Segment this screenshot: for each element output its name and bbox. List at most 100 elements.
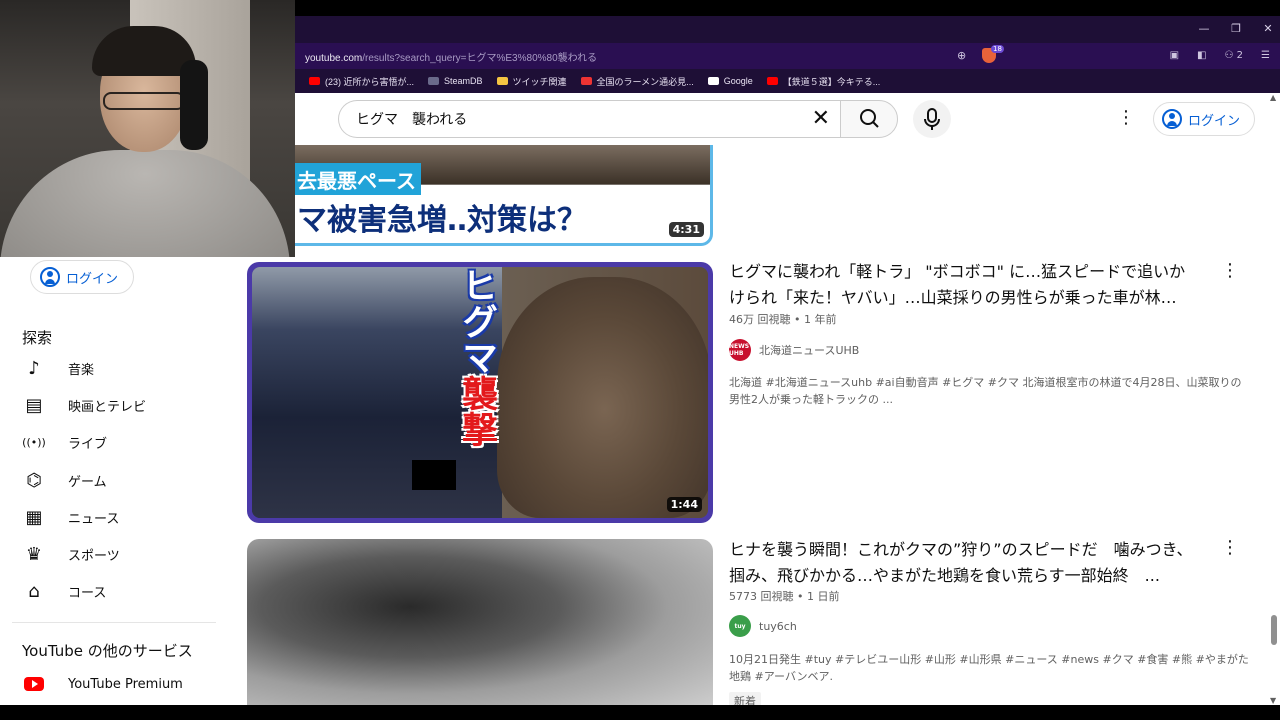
shield-count: 18 [991,45,1004,53]
youtube-header: ヒグマ 襲われる ✕ ⋮ ログイン [295,93,1280,145]
scroll-down-icon[interactable]: ▼ [1270,696,1276,705]
search-icon [860,109,879,128]
bookmark-label: 全国のラーメン通必見... [596,76,694,87]
toolbar-right: ▣ ◧ ⚇ 2 ☰ [1170,50,1270,61]
channel-avatar[interactable]: NEWS UHB [729,339,751,361]
live-icon: ((•)) [22,435,46,449]
video-title[interactable]: ヒグマに襲われ「軽トラ」 "ボコボコ" に…猛スピードで追いかけられ「来た！ヤバ… [729,259,1199,311]
bookmark-item[interactable]: SteamDB [428,76,483,86]
browser-chrome: — ❐ ✕ youtube.com/results?search_query=ヒ… [295,16,1280,93]
sidebar-item-label: スポーツ [68,548,120,564]
bookmark-item[interactable]: 【鉄道５選】今キテる... [766,75,881,88]
close-window-icon[interactable]: ✕ [1262,22,1274,35]
profile-count: 2 [1236,50,1244,61]
channel-name[interactable]: tuy6ch [759,620,797,633]
search-button[interactable] [840,100,898,138]
channel-link[interactable]: tuy tuy6ch [729,615,797,637]
thumbnail-text-top: ヒグマ [456,267,497,375]
brave-shield-icon[interactable]: 18 [982,45,1004,63]
split-view-icon[interactable]: ◧ [1197,50,1206,61]
bottom-black-bar [0,705,1280,720]
video-thumbnail-3[interactable] [247,539,713,709]
sidebar-item-5[interactable]: ♛ スポーツ [22,536,120,572]
bookmark-favicon-icon [309,77,320,85]
bookmark-favicon-icon [428,77,440,85]
search-input[interactable]: ヒグマ 襲われる ✕ [338,100,840,138]
url-text[interactable]: youtube.com/results?search_query=ヒグマ%E3%… [305,49,597,64]
sidebar-item-label: 音楽 [68,362,95,378]
login-button[interactable]: ログイン [1153,102,1255,136]
more-options-icon[interactable]: ⋮ [1117,109,1135,127]
zoom-icon[interactable]: ⊕ [957,49,966,62]
sidebar-item-6[interactable]: ⌂ コース [22,573,106,609]
gamepad-icon: ⌬ [26,469,42,491]
sidebar-item-3[interactable]: ⌬ ゲーム [22,462,107,498]
graduation-cap-icon: ⌂ [28,580,40,602]
sidebar-item-label: YouTube Premium [68,676,183,692]
video-description: 北海道 #北海道ニュースuhb #ai自動音声 #ヒグマ #クマ 北海道根室市の… [729,376,1242,406]
sidebar-toggle-icon[interactable]: ▣ [1170,50,1179,61]
account-icon [40,267,60,287]
film-icon: ▤ [25,394,43,416]
video-description: 10月21日発生 #tuy #テレビユー山形 #山形 #山形県 #ニュース #n… [729,653,1249,683]
thumbnail-text-bottom: 襲撃 [456,375,497,447]
bookmark-item[interactable]: Google [707,76,753,86]
url-path: /results?search_query=ヒグマ%E3%80%80襲われる [362,52,598,64]
headset [180,60,208,150]
webcam-overlay [0,0,295,257]
sidebar-item-label: ゲーム [68,474,107,490]
bear-image [497,277,708,518]
search-query-text: ヒグマ 襲われる [356,112,468,128]
bookmark-favicon-icon [496,77,508,85]
video-meta: 5773 回視聴 • 1 日前 [729,590,840,603]
sidebar-divider [12,622,216,623]
censor-block [412,460,456,490]
video-thumbnail-1[interactable]: 去最悪ペース マ被害急増‥対策は？ 4:31 [295,145,713,246]
channel-avatar[interactable]: tuy [729,615,751,637]
more-services-heading: YouTube の他のサービス [22,642,193,660]
scroll-thumb[interactable] [1271,615,1277,645]
sidebar-item-2[interactable]: ((•)) ライブ [22,424,107,460]
bookmark-favicon-icon [766,77,778,85]
sidebar-login-button[interactable]: ログイン [30,260,134,294]
microphone-icon [924,108,940,130]
bookmarks-bar: (23) 近所から害悟が... SteamDB ツイッチ関連 全国のラーメン通必見..… [295,69,1280,93]
account-icon [1162,109,1182,129]
video-menu-icon[interactable]: ⋮ [1221,262,1239,280]
login-label: ログイン [1188,113,1241,129]
bookmark-label: 【鉄道５選】今キテる... [782,76,881,87]
bookmark-item[interactable]: (23) 近所から害悟が... [309,75,414,88]
login-label: ログイン [66,271,119,287]
clear-search-icon[interactable]: ✕ [812,106,830,131]
explore-heading: 探索 [22,329,53,347]
sidebar-item-1[interactable]: ▤ 映画とテレビ [22,387,146,423]
page-scrollbar[interactable]: ▲ ▼ [1268,93,1280,705]
sidebar-item-label: ニュース [68,511,120,527]
minimize-icon[interactable]: — [1198,22,1210,35]
trophy-icon: ♛ [25,543,43,565]
window-controls: — ❐ ✕ [1198,22,1274,35]
video-title[interactable]: ヒナを襲う瞬間！これがクマの”狩り”のスピードだ 噛みつき、掴み、飛びかかる…や… [729,537,1199,589]
sidebar: ログイン 探索 ♪ 音楽 ▤ 映画とテレビ ((•)) ライブ ⌬ ゲーム ▦ ニュース ♛ スポーツ… [0,257,230,720]
sidebar-item-label: 映画とテレビ [68,399,147,415]
url-host: youtube.com [305,52,363,64]
news-icon: ▦ [25,506,43,528]
sidebar-item-4[interactable]: ▦ ニュース [22,499,119,535]
sidebar-item-0[interactable]: ♪ 音楽 [22,350,94,386]
bookmark-item[interactable]: ツイッチ関連 [496,75,567,88]
channel-link[interactable]: NEWS UHB 北海道ニュースUHB [729,339,859,361]
restore-icon[interactable]: ❐ [1230,22,1242,35]
menu-icon[interactable]: ☰ [1261,50,1270,61]
video-duration: 4:31 [668,222,704,237]
voice-search-button[interactable] [913,100,951,138]
video-menu-icon[interactable]: ⋮ [1221,539,1239,557]
address-bar[interactable]: youtube.com/results?search_query=ヒグマ%E3%… [295,43,1280,69]
video-duration: 1:44 [666,497,702,512]
channel-name[interactable]: 北海道ニュースUHB [759,342,859,358]
sidebar-item-youtube-premium[interactable]: YouTube Premium [22,666,183,702]
scroll-up-icon[interactable]: ▲ [1270,93,1276,102]
profile-icon[interactable]: ⚇ 2 [1225,50,1244,61]
bookmark-item[interactable]: 全国のラーメン通必見... [580,75,694,88]
video-thumbnail-2[interactable]: ヒグマ襲撃 1:44 [247,262,713,523]
bookmark-label: SteamDB [444,76,483,86]
